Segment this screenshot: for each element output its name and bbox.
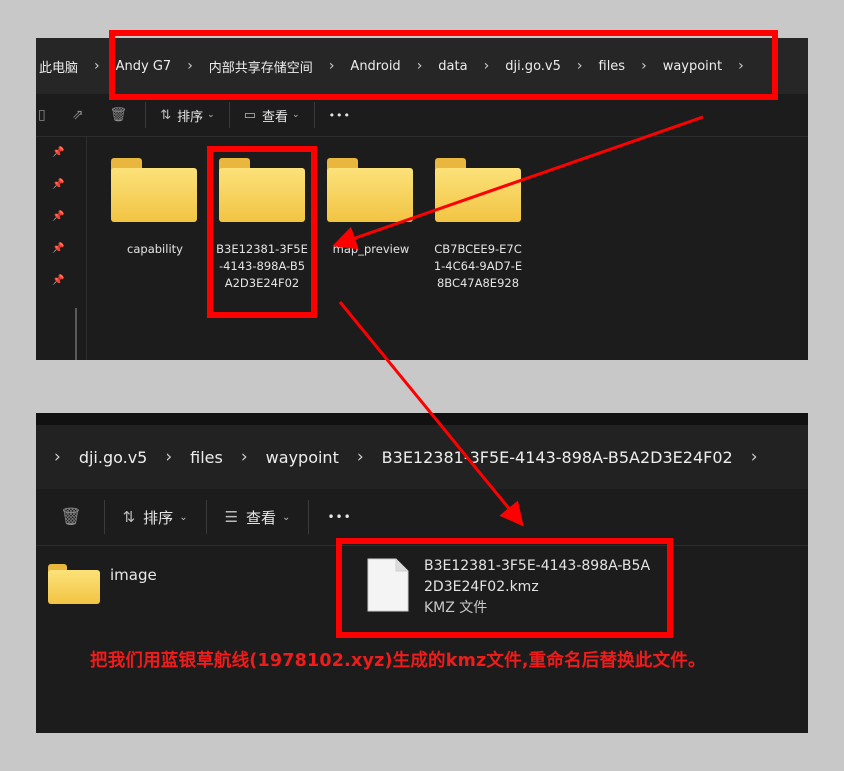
arrow-to-folder bbox=[332, 115, 704, 250]
instruction-caption: 把我们用蓝银草航线(1978102.xyz)生成的kmz文件,重命名后替换此文件… bbox=[90, 651, 706, 671]
arrow-to-kmz-file bbox=[338, 301, 524, 527]
